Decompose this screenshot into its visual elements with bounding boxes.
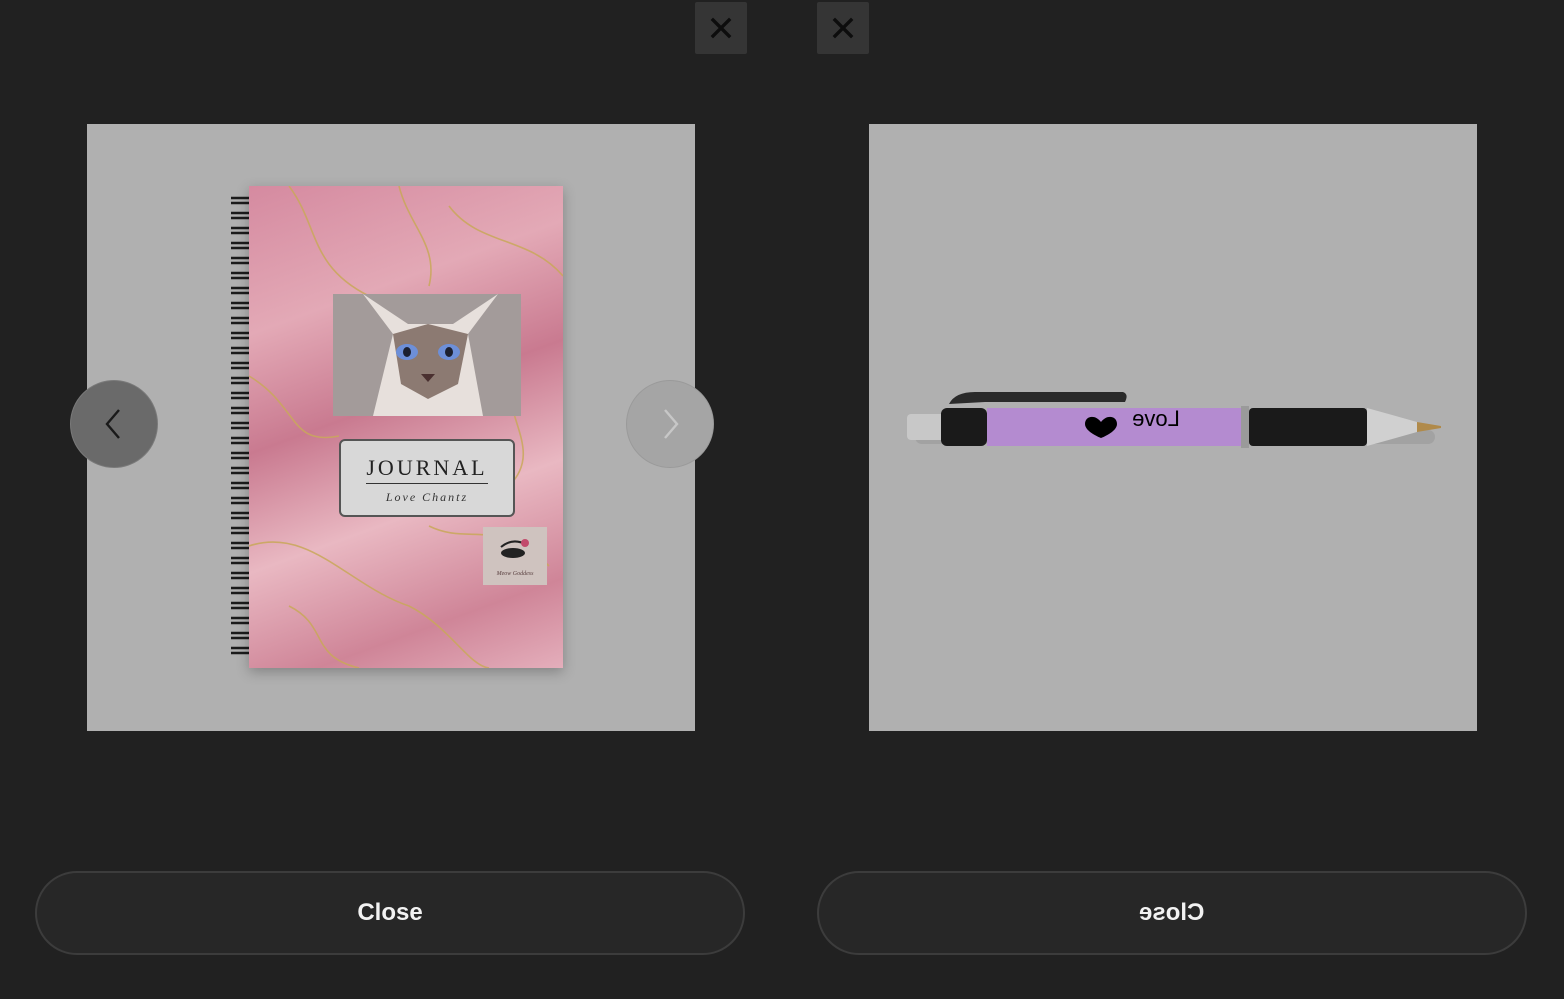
previous-button[interactable] bbox=[70, 380, 158, 468]
close-button[interactable]: Close bbox=[35, 871, 745, 955]
close-button-label: Close bbox=[1139, 899, 1205, 926]
journal-subtitle: Love Chantz bbox=[385, 490, 469, 504]
right-panel: Love Close bbox=[782, 0, 1564, 999]
close-button[interactable]: Close bbox=[817, 871, 1527, 955]
journal-label: JOURNAL Love Chantz bbox=[339, 439, 515, 517]
gold-vein-pattern bbox=[249, 186, 563, 668]
close-icon bbox=[710, 17, 732, 39]
chevron-right-icon bbox=[664, 409, 679, 439]
journal-title: JOURNAL bbox=[366, 455, 488, 484]
stamp-text: Meow Goddess bbox=[496, 571, 534, 577]
pen-barrel-text: Love bbox=[1132, 406, 1180, 431]
close-button-label: Close bbox=[357, 899, 423, 926]
close-icon bbox=[832, 17, 854, 39]
notebook-image: JOURNAL Love Chantz Meow Goddess bbox=[225, 186, 563, 668]
close-icon-button[interactable] bbox=[695, 2, 747, 54]
chevron-left-icon bbox=[105, 409, 120, 439]
next-button[interactable] bbox=[626, 380, 714, 468]
close-icon-button[interactable] bbox=[817, 2, 869, 54]
left-panel: JOURNAL Love Chantz Meow Goddess Close bbox=[0, 0, 782, 999]
notebook-cover: JOURNAL Love Chantz Meow Goddess bbox=[249, 186, 563, 668]
product-image-frame: JOURNAL Love Chantz Meow Goddess bbox=[87, 124, 695, 731]
product-image-frame: Love bbox=[869, 124, 1477, 731]
logo-stamp: Meow Goddess bbox=[483, 527, 547, 585]
cat-photo bbox=[333, 294, 521, 416]
